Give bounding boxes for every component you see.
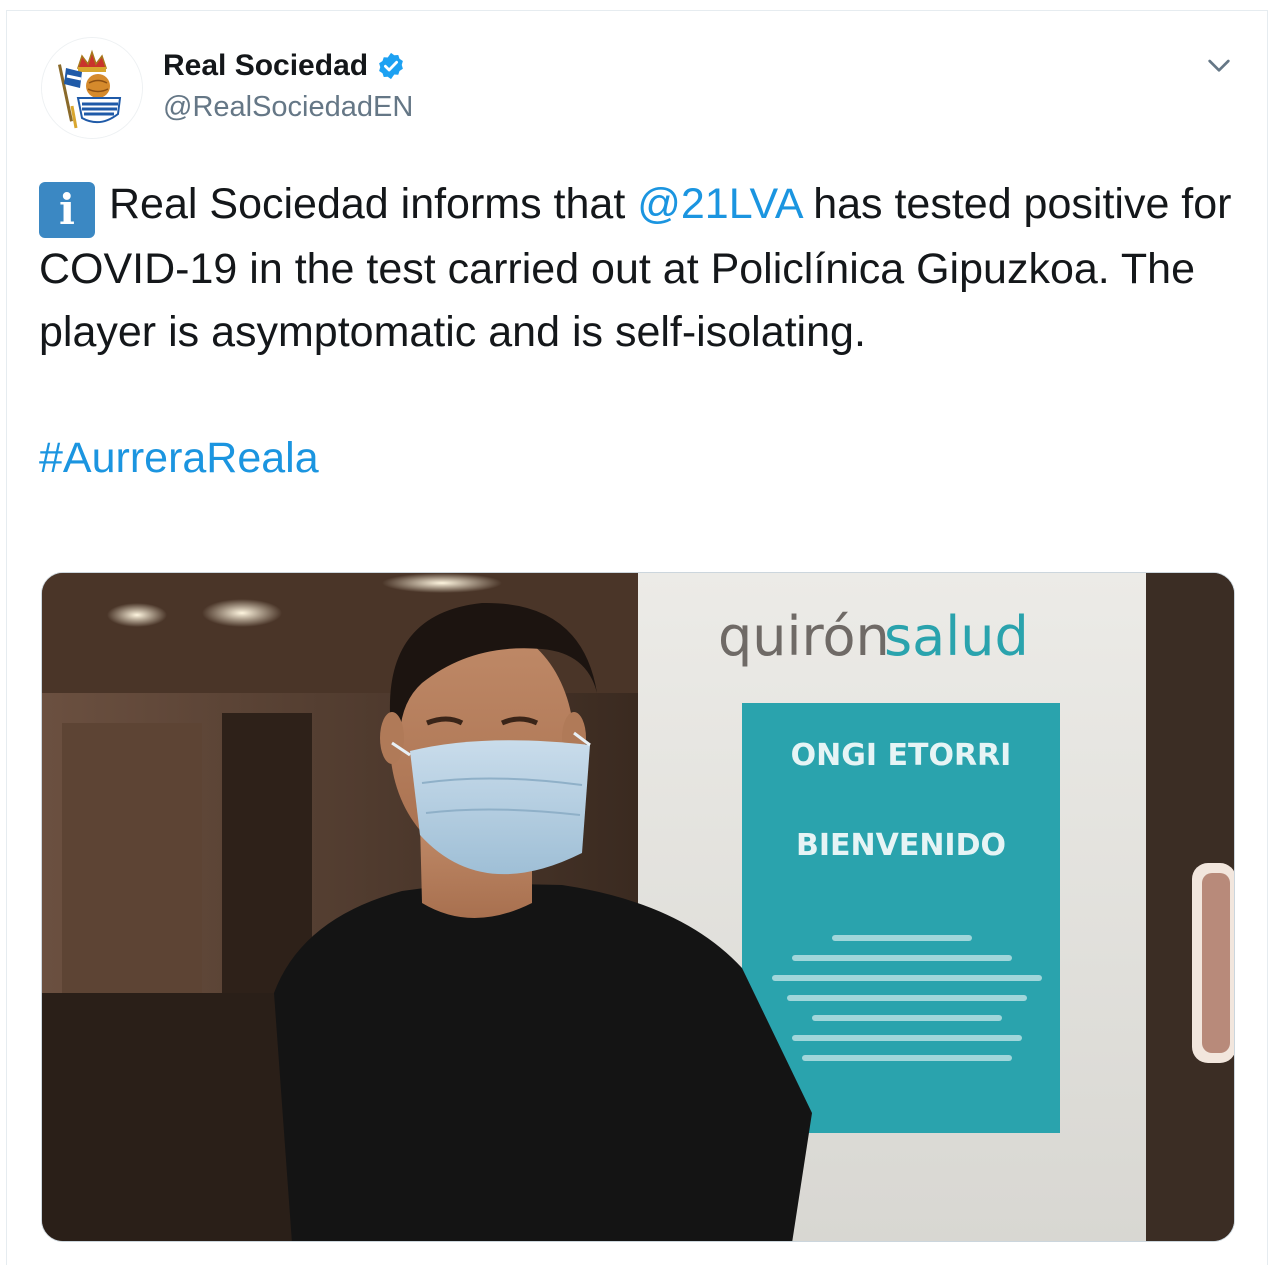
- photo-canvas: quirón salud ONGI ETORRI BIENVENIDO: [42, 573, 1234, 1241]
- information-emoji-icon: i: [39, 182, 95, 238]
- sign-brand-part2: salud: [884, 605, 1029, 668]
- display-name[interactable]: Real Sociedad: [163, 49, 368, 83]
- tweet-card[interactable]: Real Sociedad @RealSociedadEN i Real Soci…: [6, 10, 1268, 1265]
- tweet-text: i Real Sociedad informs that @21LVA has t…: [39, 173, 1249, 490]
- mention-link[interactable]: @21LVA: [637, 180, 801, 228]
- sign-line1: ONGI ETORRI: [791, 738, 1012, 773]
- avatar[interactable]: [41, 37, 143, 139]
- tweet-photo[interactable]: quirón salud ONGI ETORRI BIENVENIDO: [41, 572, 1235, 1242]
- sign-brand-part1: quirón: [718, 605, 890, 668]
- account-handle[interactable]: @RealSociedadEN: [163, 91, 413, 124]
- verified-badge-icon: [379, 52, 403, 80]
- tweet-text-part: Real Sociedad informs that: [109, 180, 638, 228]
- sign-line2: BIENVENIDO: [796, 828, 1006, 863]
- chevron-down-icon[interactable]: [1203, 49, 1235, 81]
- hashtag-link[interactable]: #AurreraReala: [39, 427, 1249, 490]
- real-sociedad-crest-icon: [42, 38, 142, 138]
